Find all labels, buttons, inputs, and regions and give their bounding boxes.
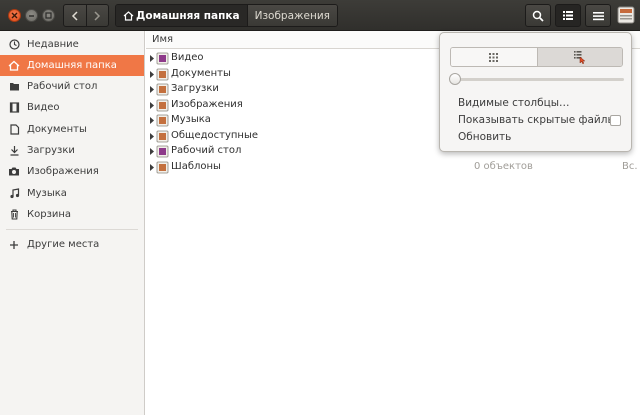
grid-view-button[interactable] — [451, 48, 537, 66]
file-size: 0 объектов — [474, 160, 533, 172]
expander-icon[interactable] — [149, 163, 155, 172]
nav-buttons — [63, 4, 109, 27]
search-button[interactable] — [525, 4, 551, 27]
clock-icon — [8, 39, 20, 51]
folder-icon — [156, 99, 169, 111]
music-icon — [8, 188, 20, 200]
sidebar-item-video[interactable]: Видео — [0, 97, 144, 118]
home-icon — [8, 60, 20, 72]
menu-icon — [592, 11, 604, 20]
folder-icon — [156, 145, 169, 158]
file-name: Изображения — [171, 98, 243, 110]
maximize-window-button[interactable] — [42, 9, 55, 22]
back-button[interactable] — [64, 5, 86, 26]
sidebar-item-label: Рабочий стол — [27, 81, 98, 92]
sidebar-item-home[interactable]: Домашняя папка — [0, 55, 144, 76]
files-app-icon — [617, 6, 635, 24]
sidebar-item-label: Загрузки — [27, 145, 75, 156]
download-icon — [8, 145, 20, 157]
sidebar-item-pictures[interactable]: Изображения — [0, 161, 144, 182]
expander-icon[interactable] — [149, 54, 155, 63]
folder-icon — [156, 114, 169, 127]
close-icon — [11, 12, 18, 19]
folder-icon — [156, 52, 169, 65]
forward-button[interactable] — [85, 5, 108, 26]
sidebar: Недавние Домашняя папка Рабочий стол Вид… — [0, 31, 145, 415]
grid-view-icon — [489, 52, 499, 62]
sidebar-item-recent[interactable]: Недавние — [0, 34, 144, 55]
breadcrumb-home[interactable]: Домашняя папка — [116, 5, 247, 26]
header-bar: Домашняя папка Изображения — [0, 0, 640, 31]
table-row[interactable]: Шаблоны 0 объектов Вс. — [146, 160, 640, 176]
sidebar-item-label: Изображения — [27, 166, 99, 177]
folder-icon — [156, 161, 169, 173]
show-hidden-files-item[interactable]: Показывать скрытые файлы — [458, 114, 616, 126]
folder-icon — [156, 68, 169, 80]
expander-icon[interactable] — [149, 147, 155, 156]
home-icon — [123, 10, 134, 21]
file-name: Общедоступные — [171, 129, 259, 141]
list-view-button[interactable] — [536, 48, 622, 66]
expander-icon[interactable] — [149, 85, 155, 94]
breadcrumb-label: Изображения — [254, 9, 330, 22]
view-options-button[interactable] — [555, 4, 581, 27]
zoom-slider-handle[interactable] — [449, 73, 461, 85]
zoom-slider-track[interactable] — [454, 78, 624, 81]
maximize-icon — [45, 12, 52, 19]
trash-icon — [8, 209, 20, 221]
file-name: Загрузки — [171, 83, 219, 94]
expander-icon[interactable] — [149, 70, 155, 79]
sidebar-item-label: Музыка — [27, 188, 67, 199]
sidebar-item-label: Другие места — [27, 239, 100, 250]
view-options-popover: Видимые столбцы… Показывать скрытые файл… — [439, 32, 632, 152]
close-window-button[interactable] — [8, 9, 21, 22]
search-icon — [532, 10, 544, 22]
sidebar-item-label: Домашняя папка — [27, 60, 117, 71]
sidebar-item-music[interactable]: Музыка — [0, 183, 144, 204]
expander-icon[interactable] — [149, 116, 155, 125]
forward-icon — [94, 10, 101, 21]
video-icon — [8, 102, 20, 114]
expander-icon[interactable] — [149, 101, 155, 110]
file-name: Музыка — [171, 114, 211, 125]
column-name-header[interactable]: Имя — [152, 34, 173, 45]
sidebar-item-label: Недавние — [27, 39, 79, 50]
file-modified: Вс. — [622, 160, 638, 172]
file-name: Рабочий стол — [171, 145, 242, 156]
sidebar-divider — [6, 229, 138, 230]
view-mode-toggle — [450, 47, 623, 67]
desktop-icon — [8, 81, 20, 93]
sidebar-item-other-locations[interactable]: Другие места — [0, 234, 144, 255]
minimize-icon — [29, 15, 34, 17]
menu-button[interactable] — [585, 4, 611, 27]
sidebar-item-documents[interactable]: Документы — [0, 119, 144, 140]
visible-columns-item[interactable]: Видимые столбцы… — [458, 97, 570, 109]
sidebar-item-label: Корзина — [27, 209, 72, 220]
file-name: Видео — [171, 52, 204, 63]
back-icon — [71, 10, 78, 21]
refresh-item[interactable]: Обновить — [458, 131, 511, 143]
minimize-window-button[interactable] — [25, 9, 38, 22]
document-icon — [8, 124, 20, 136]
sidebar-item-desktop[interactable]: Рабочий стол — [0, 76, 144, 97]
breadcrumb-pictures[interactable]: Изображения — [246, 5, 337, 26]
expander-icon[interactable] — [149, 132, 155, 141]
list-view-icon — [573, 51, 586, 64]
breadcrumb: Домашняя папка Изображения — [115, 4, 338, 27]
show-hidden-files-checkbox[interactable] — [610, 115, 621, 126]
breadcrumb-label: Домашняя папка — [136, 9, 240, 22]
sidebar-item-downloads[interactable]: Загрузки — [0, 140, 144, 161]
sidebar-item-trash[interactable]: Корзина — [0, 204, 144, 225]
list-view-icon — [563, 11, 573, 20]
file-name: Документы — [171, 67, 231, 79]
plus-icon — [8, 239, 20, 251]
file-name: Шаблоны — [171, 160, 221, 172]
sidebar-item-label: Документы — [27, 124, 87, 135]
folder-icon — [156, 130, 169, 142]
camera-icon — [8, 166, 20, 178]
sidebar-item-label: Видео — [27, 102, 60, 113]
folder-icon — [156, 83, 169, 96]
